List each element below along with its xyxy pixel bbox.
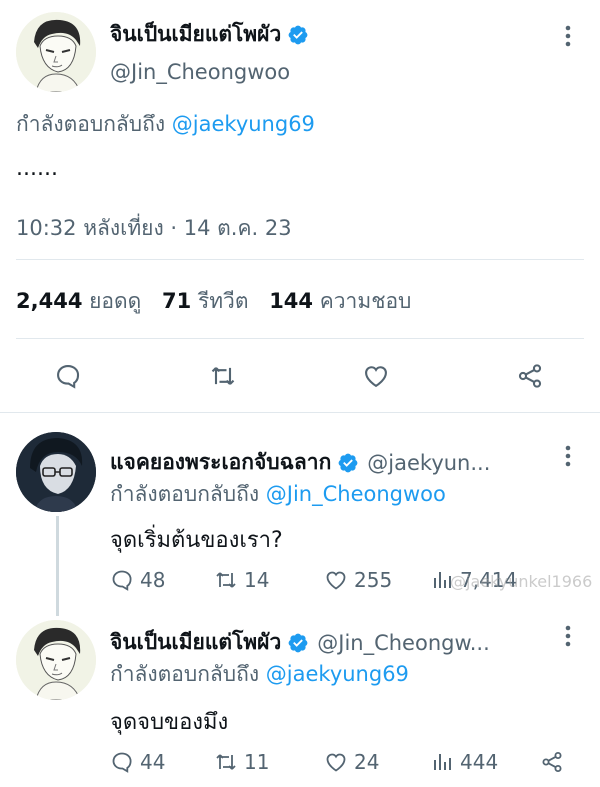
reply-mention-link[interactable]: @jaekyung69 [266,662,409,686]
avatar[interactable] [16,620,96,700]
views-count: 444 [460,750,499,774]
likes-count[interactable]: 144 [269,289,313,313]
divider [16,259,584,260]
divider [16,338,584,339]
engagement-stats: 2,444 ยอดดู 71 รีทวีต 144 ความชอบ [16,285,411,318]
like-count: 255 [354,568,393,592]
author-row: จินเป็นเมียแต่โพผัว @Jin_Cheongw... [110,626,490,659]
reply-button[interactable]: 44 [110,750,165,774]
handle[interactable]: @Jin_Cheongw... [317,631,490,655]
share-icon [542,752,562,772]
display-name[interactable]: แจคยองพระเอกจับฉลาก [110,446,331,479]
tweet-body: จุดจบของมึง [110,710,229,735]
more-icon [565,25,571,47]
reply-prefix: กำลังตอบกลับถึง [110,662,260,686]
retweet-icon [211,367,235,385]
thread-connector [56,516,59,616]
reply-count: 48 [140,568,166,592]
display-name[interactable]: จินเป็นเมียแต่โพผัว [110,626,281,659]
like-icon [365,366,387,388]
more-icon [565,445,571,467]
avatar-illustration [16,620,96,700]
retweet-count: 11 [244,750,270,774]
reply-prefix: กำลังตอบกลับถึง [110,482,260,506]
reply-to-line: กำลังตอบกลับถึง @jaekyung69 [16,108,315,141]
author-row: จินเป็นเมียแต่โพผัว [110,18,309,51]
views-count[interactable]: 2,444 [16,289,82,313]
reply-button[interactable]: 48 [110,568,165,592]
retweet-count: 14 [244,568,270,592]
author-row: แจคยองพระเอกจับฉลาก @jaekyun... [110,446,490,479]
display-name[interactable]: จินเป็นเมียแต่โพผัว [110,18,281,51]
views-button[interactable]: 444 [430,750,498,774]
watermark: @jaekyunkel1966 [450,572,593,591]
views-icon [434,754,451,770]
handle[interactable]: @jaekyun... [367,451,490,475]
reply-icon [112,570,132,591]
like-icon [326,753,346,772]
avatar-illustration [16,12,96,92]
verified-badge-icon [287,24,309,46]
views-label: ยอดดู [89,289,142,313]
avatar[interactable] [16,12,96,92]
retweets-label: รีทวีต [197,289,249,313]
retweet-button[interactable] [203,356,243,396]
like-button[interactable]: 255 [324,568,392,592]
avatar-illustration [16,432,96,512]
more-button[interactable] [556,444,580,468]
more-button[interactable] [556,624,580,648]
like-button[interactable]: 24 [324,750,379,774]
tweet-body: จุดเริ่มต้นของเรา? [110,528,283,553]
handle[interactable]: @Jin_Cheongwoo [110,60,290,84]
share-icon [518,364,542,388]
share-button[interactable] [510,356,550,396]
retweets-count[interactable]: 71 [162,289,191,313]
reply-mention-link[interactable]: @Jin_Cheongwoo [266,482,446,506]
reply-mention-link[interactable]: @jaekyung69 [172,112,315,136]
more-button[interactable] [556,24,580,48]
reply-count: 44 [140,750,166,774]
reply-to-line: กำลังตอบกลับถึง @Jin_Cheongwoo [110,478,446,511]
tweet-timestamp[interactable]: 10:32 หลังเที่ยง · 14 ต.ค. 23 [16,212,292,245]
reply-button[interactable] [48,356,88,396]
verified-badge-icon [337,452,359,474]
retweet-button[interactable]: 11 [214,750,269,774]
likes-label: ความชอบ [319,289,412,313]
retweet-icon [216,572,236,588]
reply-prefix: กำลังตอบกลับถึง [16,112,166,136]
reply-to-line: กำลังตอบกลับถึง @jaekyung69 [110,658,409,691]
like-icon [326,571,346,590]
retweet-button[interactable]: 14 [214,568,269,592]
reply-icon [57,365,80,389]
verified-badge-icon [287,632,309,654]
more-icon [565,625,571,647]
tweet-body: ...... [16,156,58,181]
like-count: 24 [354,750,380,774]
share-button[interactable] [540,750,570,774]
retweet-icon [216,754,236,770]
like-button[interactable] [356,356,396,396]
divider [0,412,600,413]
reply-icon [112,752,132,773]
avatar[interactable] [16,432,96,512]
